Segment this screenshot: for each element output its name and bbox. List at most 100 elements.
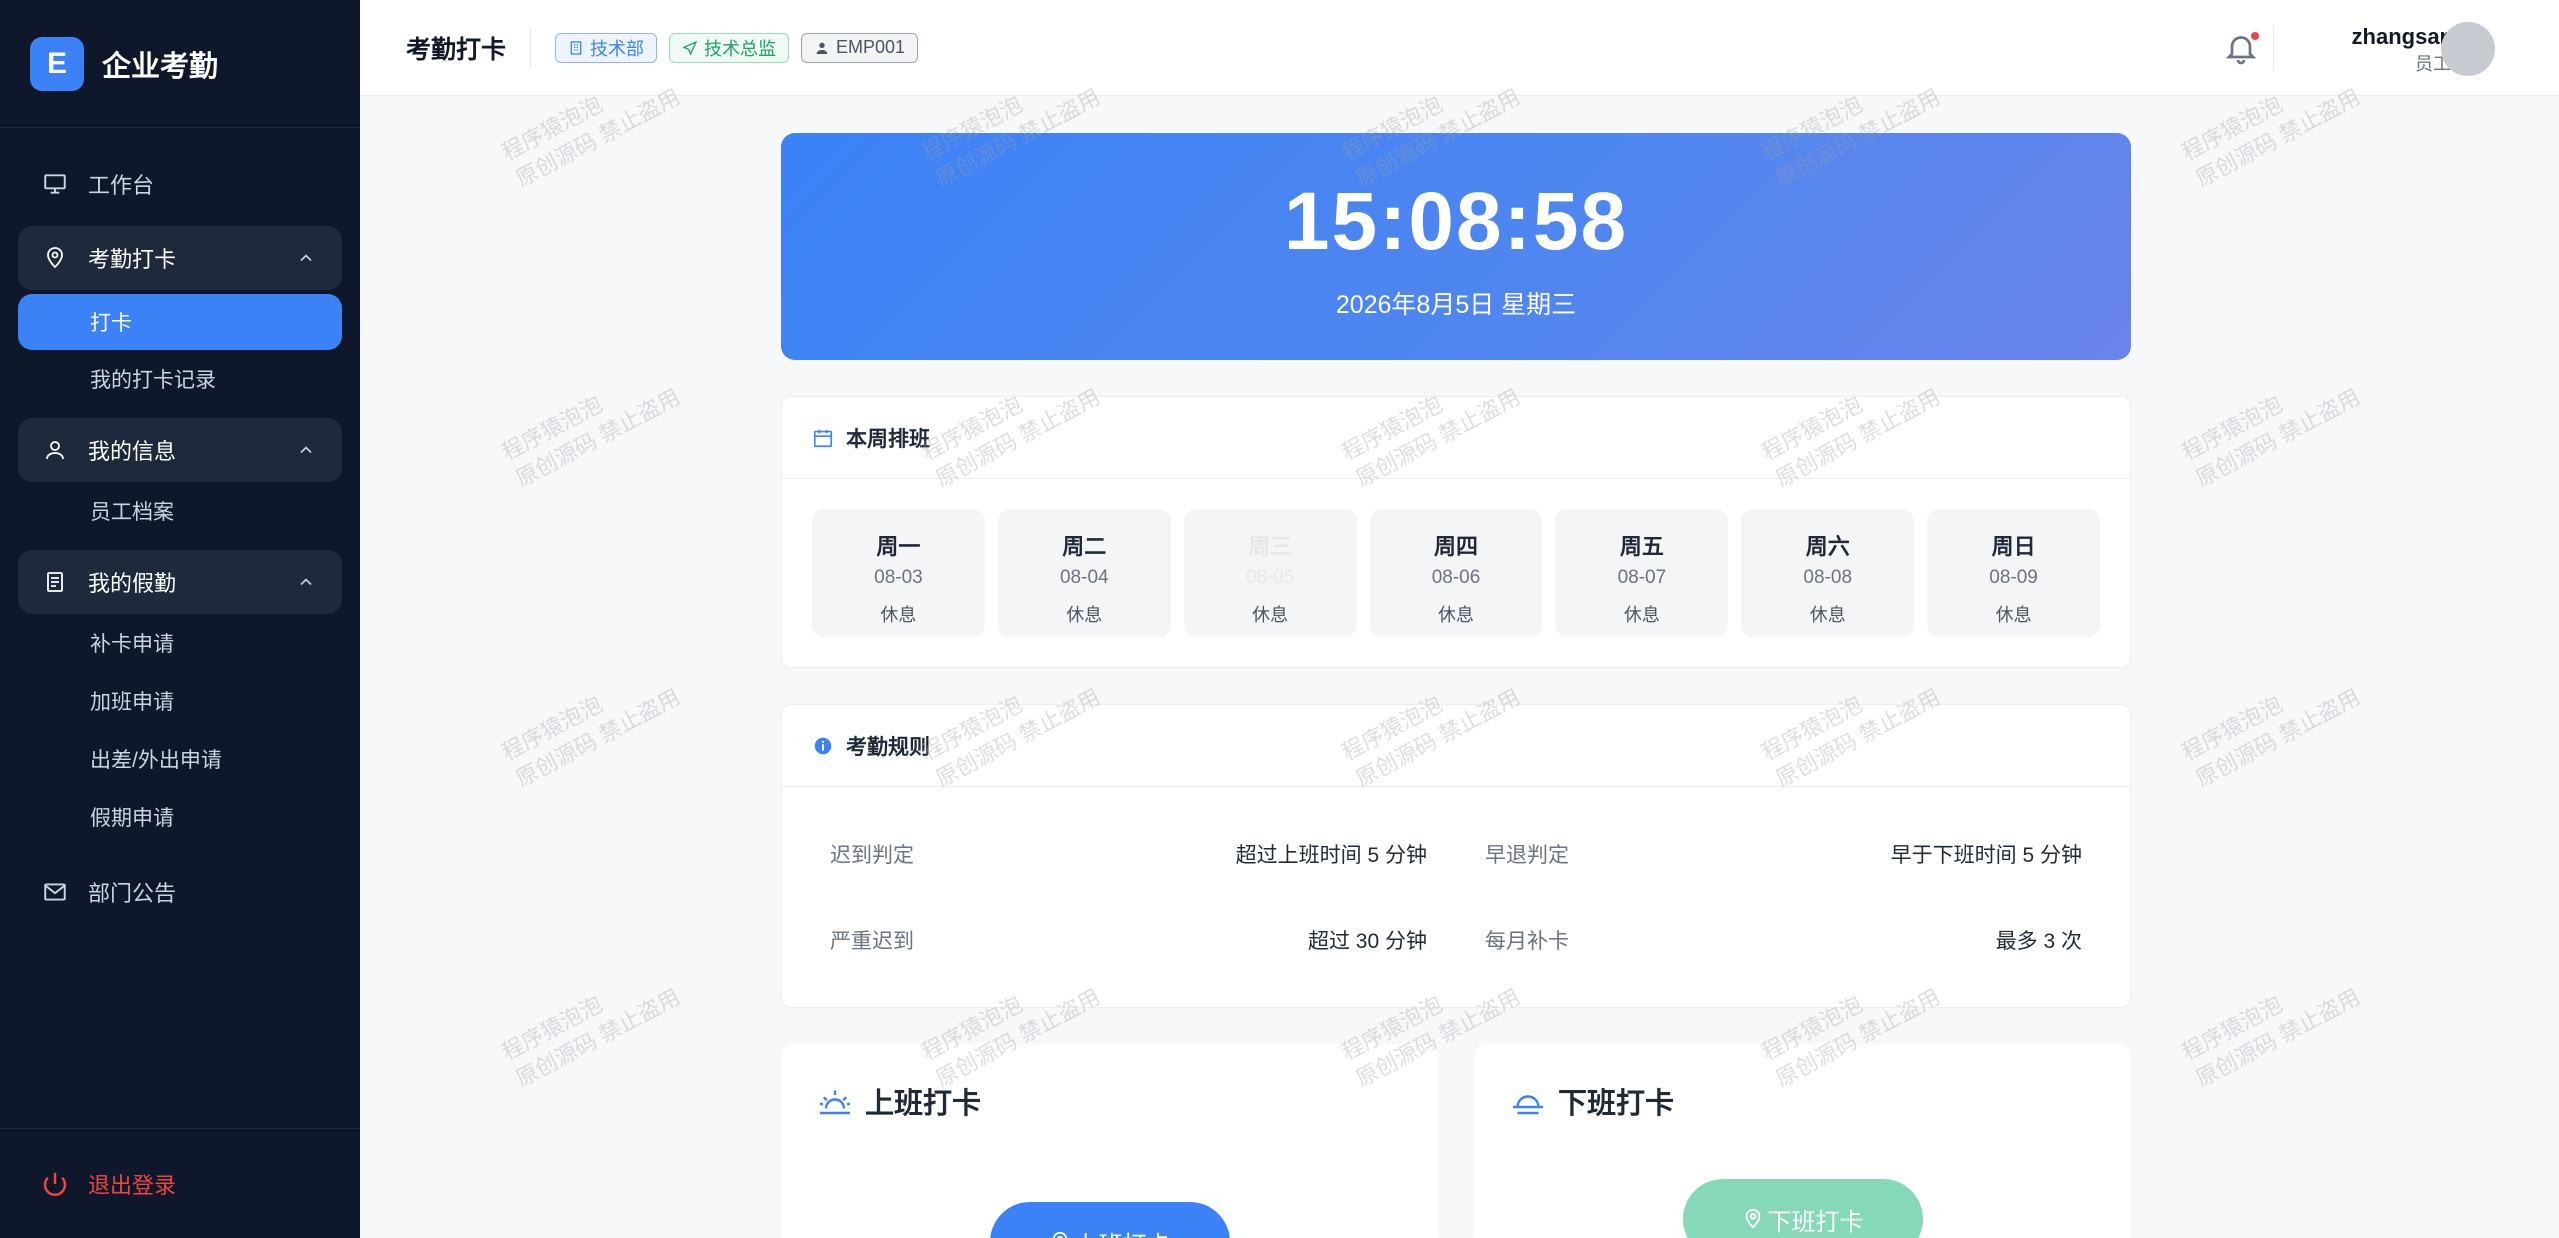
- rule-label: 每月补卡: [1485, 930, 1569, 953]
- rule-monthly-makeup: 每月补卡 最多 3 次: [1485, 897, 2082, 983]
- sidebar-item-punch[interactable]: 打卡: [18, 294, 342, 350]
- punch-out-button-label: 下班打卡: [1767, 1208, 1864, 1236]
- sidebar-group-attendance[interactable]: 考勤打卡: [18, 226, 342, 290]
- logout-button[interactable]: 退出登录: [0, 1128, 360, 1238]
- clock-date: 2026年8月5日 星期三: [1335, 291, 1577, 319]
- sidebar-item-punch-records[interactable]: 我的打卡记录: [18, 350, 342, 408]
- day-date: 08-05: [1245, 567, 1295, 588]
- avatar[interactable]: [2441, 22, 2495, 76]
- rule-early-leave: 早退判定 早于下班时间 5 分钟: [1485, 811, 2082, 897]
- day-status: 休息: [1438, 605, 1474, 625]
- day-name: 周三: [1248, 534, 1293, 559]
- chevron-up-icon: [300, 254, 312, 262]
- day-name: 周六: [1805, 534, 1850, 559]
- power-icon: [43, 1172, 67, 1196]
- monitor-icon: [40, 169, 70, 199]
- day-name: 周二: [1062, 534, 1107, 559]
- punch-in-card: 上班打卡 上班打卡: [781, 1044, 1438, 1238]
- sidebar-item-business-trip[interactable]: 出差/外出申请: [18, 730, 342, 788]
- chevron-up-icon: [300, 446, 312, 454]
- week-days: 周一 08-03 休息 周二 08-04 休息 周三 08-05 休息 周四 0…: [782, 479, 2130, 667]
- info-icon: [814, 737, 832, 754]
- day-status: 休息: [1066, 605, 1103, 625]
- sidebar-item-leave[interactable]: 假期申请: [18, 788, 342, 846]
- clock-time: 15:08:58: [1283, 176, 1629, 267]
- sidebar-group-label: 我的信息: [88, 439, 177, 464]
- sidebar-item-employee-profile[interactable]: 员工档案: [18, 482, 342, 540]
- position-tag-label: 技术总监: [704, 38, 777, 59]
- watermark: 程序猿泡泡 原创源码 禁止盗用: [2177, 384, 2365, 492]
- building-icon: [570, 40, 582, 55]
- day-status: 休息: [1995, 605, 2032, 625]
- department-tag-label: 技术部: [590, 38, 645, 59]
- document-icon: [40, 567, 70, 597]
- day-name: 周一: [876, 534, 921, 559]
- day-status: 休息: [1623, 605, 1660, 625]
- weekly-schedule-title: 本周排班: [846, 427, 930, 451]
- chevron-up-icon: [300, 578, 312, 586]
- department-tag: 技术部: [555, 32, 658, 63]
- day-card-sat: 周六 08-08 休息: [1741, 509, 1915, 637]
- sidebar-group-my-info[interactable]: 我的信息: [18, 418, 342, 482]
- rule-value: 超过 30 分钟: [1307, 930, 1427, 953]
- rule-label: 迟到判定: [830, 844, 914, 867]
- sidebar: E 企业考勤 工作台 考勤打卡 打卡 我的打卡记录 我的信息 员工档案 我的假勤…: [0, 0, 360, 1238]
- brand-name: 企业考勤: [102, 50, 219, 83]
- punch-out-title-label: 下班打卡: [1558, 1088, 1675, 1120]
- rule-value: 早于下班时间 5 分钟: [1890, 844, 2082, 867]
- rule-value: 最多 3 次: [1995, 930, 2082, 953]
- attendance-rules-title: 考勤规则: [846, 735, 930, 759]
- main-content: 15:08:58 2026年8月5日 星期三 本周排班 周一 08-03 休息 …: [781, 133, 2131, 1238]
- attendance-rules-card: 考勤规则 迟到判定 超过上班时间 5 分钟 早退判定 早于下班时间 5 分钟 严…: [781, 704, 2131, 1008]
- position-tag: 技术总监: [669, 32, 790, 63]
- notification-dot: [2251, 32, 2259, 40]
- location-pin-icon: [1745, 1208, 1760, 1229]
- day-card-thu: 周四 08-06 休息: [1369, 509, 1543, 637]
- punch-in-title: 上班打卡: [817, 1080, 981, 1122]
- watermark: 程序猿泡泡 原创源码 禁止盗用: [497, 684, 685, 792]
- watermark: 程序猿泡泡 原创源码 禁止盗用: [2177, 984, 2365, 1092]
- day-date: 08-06: [1431, 567, 1481, 588]
- rule-label: 早退判定: [1485, 844, 1569, 867]
- day-name: 周五: [1619, 534, 1664, 559]
- header-divider: [2273, 26, 2274, 70]
- day-card-fri: 周五 08-07 休息: [1555, 509, 1729, 637]
- punch-out-button[interactable]: 下班打卡: [1682, 1179, 1923, 1238]
- location-pin-icon: [1052, 1231, 1067, 1238]
- day-status: 休息: [1252, 605, 1289, 625]
- user-name: zhangsan: [2351, 24, 2453, 49]
- nav-menu: 工作台 考勤打卡 打卡 我的打卡记录 我的信息 员工档案 我的假勤 补卡申请 加…: [0, 128, 360, 924]
- day-date: 08-09: [1989, 567, 2038, 588]
- sidebar-item-label: 部门公告: [88, 881, 177, 906]
- day-card-mon: 周一 08-03 休息: [812, 509, 985, 637]
- day-status: 休息: [880, 605, 917, 625]
- mail-icon: [40, 877, 70, 907]
- punch-row: 上班打卡 上班打卡 下班打卡 下班打卡: [781, 1044, 2131, 1238]
- clock-card: 15:08:58 2026年8月5日 星期三: [781, 133, 2131, 360]
- sidebar-item-makeup-punch[interactable]: 补卡申请: [18, 614, 342, 672]
- day-date: 08-04: [1059, 567, 1109, 588]
- day-date: 08-07: [1617, 567, 1667, 588]
- weekly-schedule-card: 本周排班 周一 08-03 休息 周二 08-04 休息 周三 08-05 休息…: [781, 396, 2131, 668]
- employee-id-tag: EMP001: [801, 32, 919, 63]
- sidebar-group-label: 考勤打卡: [88, 247, 177, 272]
- punch-out-title: 下班打卡: [1510, 1080, 1674, 1122]
- send-icon: [682, 40, 698, 56]
- employee-id-tag-label: EMP001: [836, 37, 906, 57]
- sidebar-group-my-leave[interactable]: 我的假勤: [18, 550, 342, 614]
- sidebar-item-overtime[interactable]: 加班申请: [18, 672, 342, 730]
- sidebar-item-workbench[interactable]: 工作台: [18, 152, 342, 216]
- brand: E 企业考勤: [0, 0, 360, 128]
- page-title: 考勤打卡: [406, 27, 532, 68]
- rule-value: 超过上班时间 5 分钟: [1235, 844, 1427, 867]
- sidebar-item-notice[interactable]: 部门公告: [18, 860, 342, 924]
- logout-label: 退出登录: [88, 1172, 177, 1198]
- watermark: 程序猿泡泡 原创源码 禁止盗用: [497, 984, 685, 1092]
- punch-in-button[interactable]: 上班打卡: [989, 1202, 1230, 1238]
- location-pin-icon: [40, 243, 70, 273]
- day-name: 周日: [1991, 534, 2036, 559]
- watermark: 程序猿泡泡 原创源码 禁止盗用: [2177, 684, 2365, 792]
- day-card-sun: 周日 08-09 休息: [1927, 509, 2101, 637]
- rules-grid: 迟到判定 超过上班时间 5 分钟 早退判定 早于下班时间 5 分钟 严重迟到 超…: [782, 787, 2130, 1007]
- punch-in-button-label: 上班打卡: [1075, 1225, 1171, 1238]
